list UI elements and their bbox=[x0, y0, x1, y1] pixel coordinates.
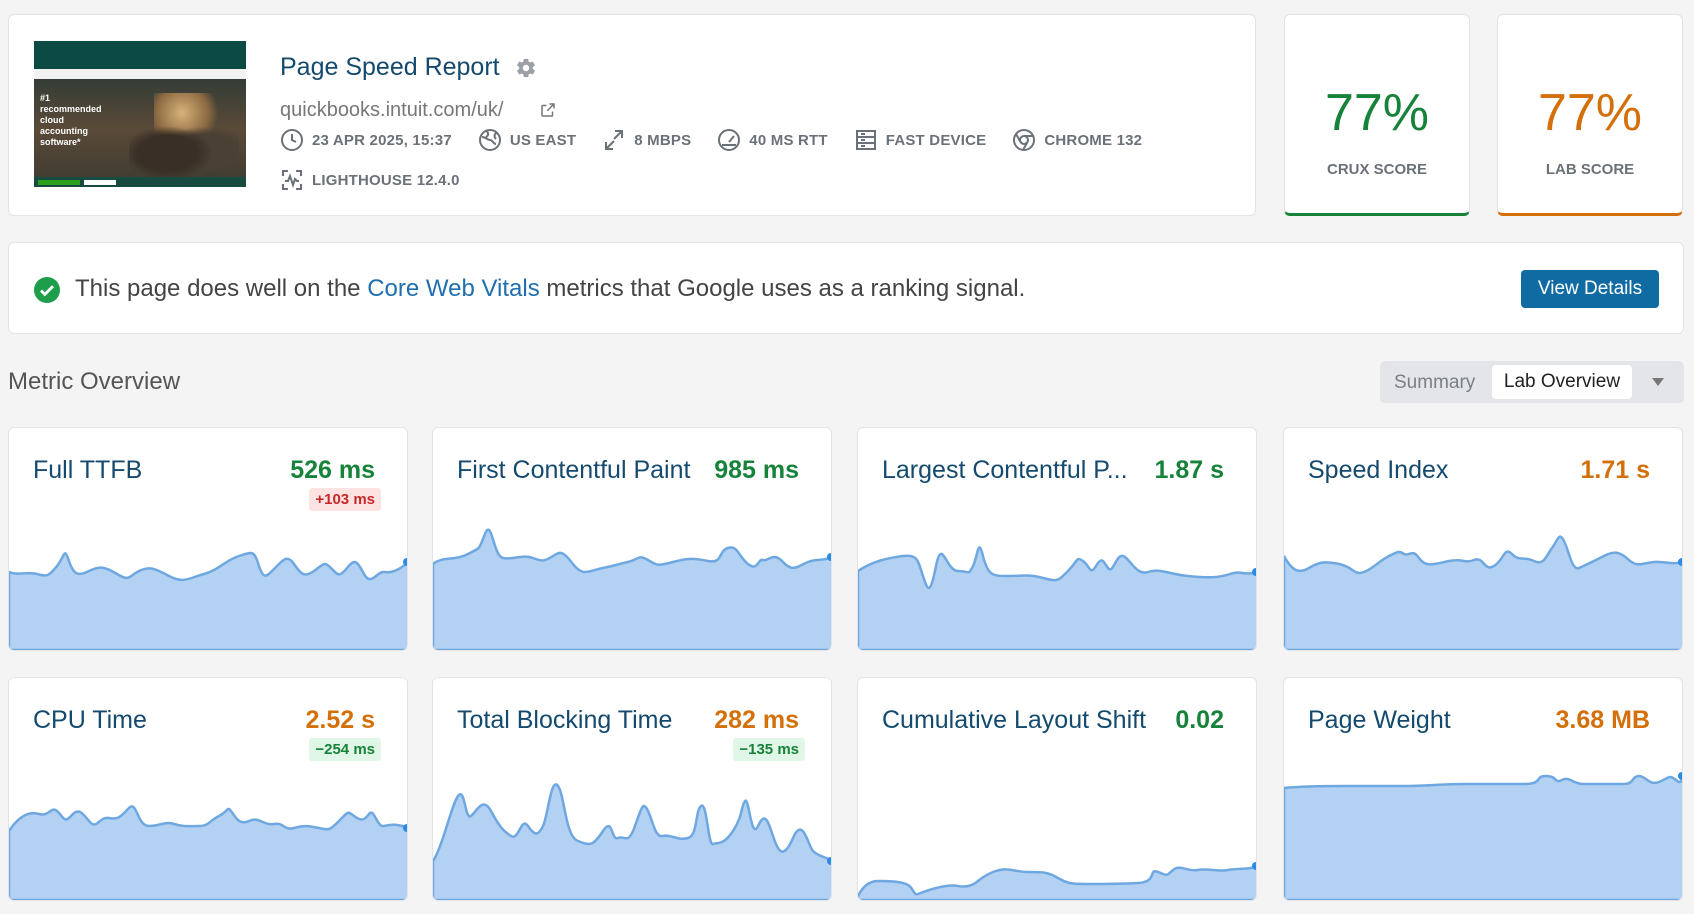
metric-value: 1.71 s bbox=[1580, 456, 1650, 484]
test-date: 23 APR 2025, 15:37 bbox=[280, 128, 452, 152]
crux-score-card[interactable]: 77% CRUX SCORE bbox=[1284, 14, 1470, 216]
metric-sparkline bbox=[9, 805, 407, 900]
metric-value: 985 ms bbox=[714, 456, 799, 484]
metric-sparkline bbox=[9, 551, 407, 650]
lab-score-value: 77% bbox=[1537, 84, 1643, 142]
metric-card-full-ttfb[interactable]: Full TTFB 526 ms +103 ms bbox=[8, 427, 408, 651]
external-link-icon[interactable] bbox=[539, 101, 557, 119]
metric-sparkline bbox=[433, 528, 831, 650]
metric-card-speed-index[interactable]: Speed Index 1.71 s bbox=[1283, 427, 1683, 651]
metric-name: Largest Contentful P... bbox=[882, 456, 1128, 484]
page-url[interactable]: quickbooks.intuit.com/uk/ bbox=[280, 99, 503, 122]
metric-name: Cumulative Layout Shift bbox=[882, 706, 1147, 734]
metric-name: Total Blocking Time bbox=[457, 706, 673, 734]
clock-icon bbox=[281, 129, 303, 151]
test-bandwidth: 8 MBPS bbox=[602, 128, 691, 152]
chevron-down-icon[interactable] bbox=[1652, 378, 1664, 386]
banner-message: This page does well on the Core Web Vita… bbox=[75, 275, 1026, 302]
gear-icon[interactable] bbox=[515, 57, 537, 79]
view-details-button[interactable]: View Details bbox=[1521, 270, 1659, 308]
device-icon bbox=[855, 130, 876, 150]
metric-value: 282 ms bbox=[714, 706, 799, 734]
metric-sparkline bbox=[1284, 535, 1682, 650]
test-settings-row: 23 APR 2025, 15:37 US EAST 8 MBPS 40 MS … bbox=[280, 128, 1142, 152]
metric-overview-title: Metric Overview bbox=[8, 368, 181, 395]
metric-value: 1.87 s bbox=[1154, 456, 1224, 484]
metric-card-cumulative-layout-shift[interactable]: Cumulative Layout Shift 0.02 bbox=[857, 677, 1257, 901]
metric-value: 2.52 s bbox=[305, 706, 375, 734]
metric-delta-badge: +103 ms bbox=[309, 488, 381, 511]
view-toggle[interactable]: Summary Lab Overview bbox=[1380, 361, 1684, 403]
lab-score-label: LAB SCORE bbox=[1545, 161, 1635, 178]
lighthouse-icon bbox=[282, 170, 302, 190]
crux-score-label: CRUX SCORE bbox=[1326, 161, 1427, 178]
check-circle-icon bbox=[34, 277, 60, 303]
metric-sparkline bbox=[1284, 772, 1682, 900]
latency-gauge-icon bbox=[718, 129, 741, 151]
metric-value: 3.68 MB bbox=[1555, 706, 1650, 734]
page-screenshot-thumbnail[interactable]: #1 recommended cloud accounting software… bbox=[34, 41, 246, 187]
test-browser: CHROME 132 bbox=[1012, 128, 1142, 152]
metric-name: CPU Time bbox=[33, 706, 147, 734]
bandwidth-icon bbox=[605, 130, 624, 150]
metric-card-total-blocking-time[interactable]: Total Blocking Time 282 ms −135 ms bbox=[432, 677, 832, 901]
metric-delta-badge: −254 ms bbox=[309, 738, 381, 761]
test-device: FAST DEVICE bbox=[854, 128, 987, 152]
metric-sparkline bbox=[858, 862, 1256, 900]
metric-value: 0.02 bbox=[1175, 706, 1224, 734]
globe-icon bbox=[478, 129, 501, 151]
metric-name: Full TTFB bbox=[33, 456, 143, 484]
lab-overview-toggle-option[interactable]: Lab Overview bbox=[1492, 365, 1632, 399]
chrome-icon bbox=[1013, 129, 1036, 151]
metric-card-first-contentful-paint[interactable]: First Contentful Paint 985 ms bbox=[432, 427, 832, 651]
metric-card-cpu-time[interactable]: CPU Time 2.52 s −254 ms bbox=[8, 677, 408, 901]
crux-score-value: 77% bbox=[1324, 84, 1430, 142]
test-latency: 40 MS RTT bbox=[717, 128, 828, 152]
report-header-card: #1 recommended cloud accounting software… bbox=[8, 14, 1256, 216]
metric-value: 526 ms bbox=[290, 456, 375, 484]
lighthouse-row: LIGHTHOUSE 12.4.0 bbox=[280, 168, 460, 192]
test-location: US EAST bbox=[478, 128, 576, 152]
metric-sparkline bbox=[433, 783, 831, 900]
metric-name: Page Weight bbox=[1308, 706, 1451, 734]
core-web-vitals-link[interactable]: Core Web Vitals bbox=[367, 275, 540, 302]
metric-name: First Contentful Paint bbox=[457, 456, 691, 484]
metric-card-largest-contentful-paint[interactable]: Largest Contentful P... 1.87 s bbox=[857, 427, 1257, 651]
page-title: Page Speed Report bbox=[280, 53, 500, 81]
core-web-vitals-banner: This page does well on the Core Web Vita… bbox=[8, 242, 1684, 334]
metric-sparkline bbox=[858, 546, 1256, 650]
test-lighthouse-version: LIGHTHOUSE 12.4.0 bbox=[280, 168, 460, 192]
summary-toggle-option[interactable]: Summary bbox=[1394, 372, 1475, 394]
lab-score-card[interactable]: 77% LAB SCORE bbox=[1497, 14, 1683, 216]
metric-delta-badge: −135 ms bbox=[733, 738, 805, 761]
metric-card-page-weight[interactable]: Page Weight 3.68 MB bbox=[1283, 677, 1683, 901]
thumbnail-headline: #1 recommended cloud accounting software… bbox=[40, 93, 102, 147]
metric-name: Speed Index bbox=[1308, 456, 1449, 484]
